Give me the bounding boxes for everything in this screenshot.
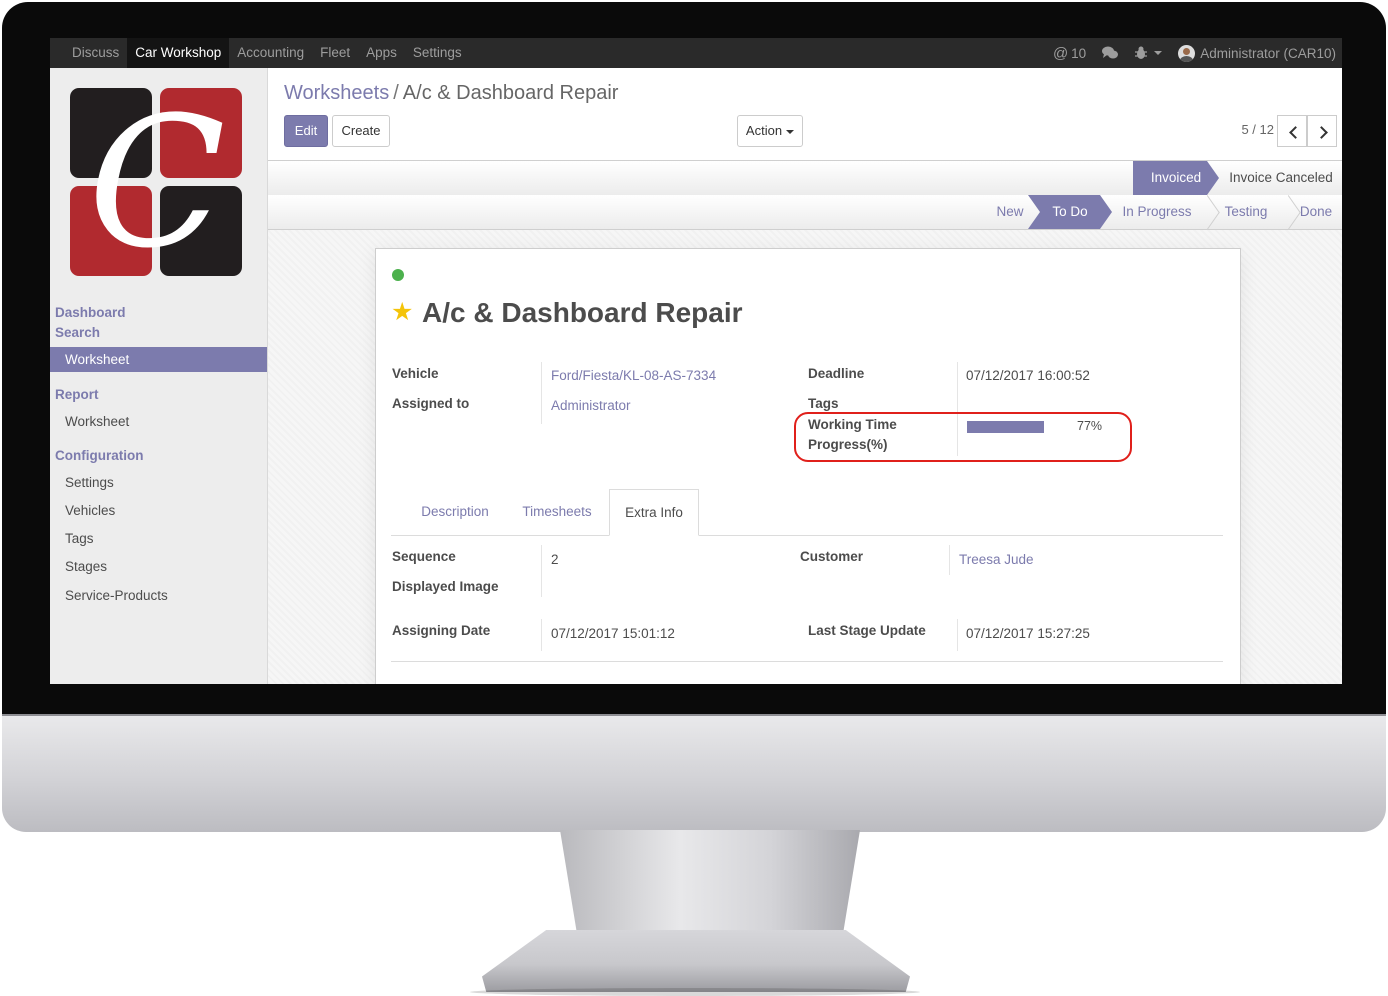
avatar [1178, 44, 1196, 62]
customer-label: Customer [800, 549, 864, 564]
assigning-date-value: 07/12/2017 15:01:12 [551, 626, 675, 641]
stage-invoice-canceled[interactable]: Invoice Canceled [1223, 161, 1339, 195]
top-navbar: Discuss Car Workshop Accounting Fleet Ap… [50, 38, 1342, 68]
sequence-value: 2 [551, 552, 559, 567]
stage-to-do[interactable]: To Do [1028, 195, 1112, 229]
chevron-right-icon [1315, 126, 1328, 139]
menu-apps[interactable]: Apps [358, 38, 405, 68]
menu-accounting[interactable]: Accounting [229, 38, 312, 68]
field-divider [949, 545, 950, 575]
chat-button[interactable] [1102, 46, 1119, 60]
sidebar-section-configuration[interactable]: Configuration [55, 448, 143, 463]
record-title: A/c & Dashboard Repair [422, 297, 743, 328]
mentions-button[interactable]: @ 10 [1053, 45, 1086, 62]
stage-testing[interactable]: Testing [1216, 195, 1276, 229]
menu-car-workshop[interactable]: Car Workshop [127, 38, 230, 68]
tab-timesheets[interactable]: Timesheets [509, 489, 605, 535]
stage-new[interactable]: New [986, 195, 1034, 229]
form-sheet: ★ A/c & Dashboard Repair Vehicle Ford/Fi… [375, 248, 1241, 684]
assigning-date-label: Assigning Date [392, 623, 491, 638]
edit-button[interactable]: Edit [284, 115, 328, 147]
highlight-annotation [794, 412, 1132, 462]
app-menu: Discuss Car Workshop Accounting Fleet Ap… [64, 38, 470, 68]
star-icon[interactable]: ★ [391, 297, 413, 327]
control-panel: Worksheets / A/c & Dashboard Repair Edit C… [268, 68, 1342, 161]
monitor-stand-neck [560, 830, 860, 940]
sidebar-section-dashboard[interactable]: Dashboard [55, 305, 126, 320]
monitor-chin [2, 714, 1386, 832]
customer-link[interactable]: Treesa Jude [959, 552, 1034, 567]
breadcrumb-worksheets[interactable]: Worksheets [284, 82, 389, 104]
notification-count: 10 [1071, 45, 1087, 61]
monitor-stand-base [482, 930, 910, 992]
tab-description[interactable]: Description [407, 489, 503, 535]
field-divider [541, 545, 542, 597]
sidebar-item-worksheet-search[interactable]: Worksheet [50, 347, 267, 372]
notebook-tabs: Description Timesheets Extra Info [391, 489, 1223, 536]
assigned-to-label: Assigned to [392, 396, 470, 411]
tags-label: Tags [808, 396, 839, 411]
sidebar-section-report[interactable]: Report [55, 387, 99, 402]
user-name: Administrator (CAR10) [1200, 45, 1336, 61]
sidebar: C Dashboard Search Worksheet Report Work… [50, 68, 268, 684]
menu-settings[interactable]: Settings [405, 38, 470, 68]
assigned-to-link[interactable]: Administrator [551, 398, 631, 413]
field-divider [541, 362, 542, 424]
at-icon: @ [1052, 44, 1069, 62]
create-button[interactable]: Create [332, 115, 390, 147]
last-stage-update-value: 07/12/2017 15:27:25 [966, 626, 1090, 641]
stage-invoiced[interactable]: Invoiced [1133, 161, 1219, 195]
user-menu[interactable]: Administrator (CAR10) [1178, 44, 1336, 62]
stand-shadow [470, 988, 920, 996]
menu-discuss[interactable]: Discuss [64, 38, 127, 68]
sidebar-item-stages[interactable]: Stages [50, 554, 267, 579]
screen: Discuss Car Workshop Accounting Fleet Ap… [50, 38, 1342, 684]
sidebar-item-tags[interactable]: Tags [50, 526, 267, 551]
field-divider [957, 619, 958, 651]
sidebar-item-settings[interactable]: Settings [50, 470, 267, 495]
stage-in-progress[interactable]: In Progress [1116, 195, 1198, 229]
tab-extra-info[interactable]: Extra Info [609, 489, 699, 536]
vehicle-label: Vehicle [392, 366, 439, 381]
chevron-down-icon [786, 129, 795, 134]
action-dropdown[interactable]: Action [737, 115, 803, 147]
section-divider [391, 661, 1223, 662]
pager-next-button[interactable] [1307, 115, 1337, 147]
last-stage-update-label: Last Stage Update [808, 623, 926, 638]
menu-fleet[interactable]: Fleet [312, 38, 358, 68]
systray: @ 10 Administrator (CAR10) [1037, 38, 1336, 68]
sequence-label: Sequence [392, 549, 456, 564]
sidebar-item-service-products[interactable]: Service-Products [50, 583, 267, 608]
stage-statusbar: New To Do In Progress Testing Done [268, 195, 1342, 230]
field-divider [541, 619, 542, 651]
breadcrumb-separator: / [393, 82, 399, 104]
action-label: Action [745, 123, 783, 138]
sidebar-item-vehicles[interactable]: Vehicles [50, 498, 267, 523]
kanban-state-indicator[interactable] [392, 269, 404, 281]
invoice-statusbar: Invoiced Invoice Canceled [268, 161, 1342, 196]
deadline-label: Deadline [808, 366, 865, 381]
vehicle-link[interactable]: Ford/Fiesta/KL-08-AS-7334 [551, 368, 716, 383]
debug-button[interactable] [1134, 46, 1163, 60]
sidebar-item-worksheet-report[interactable]: Worksheet [50, 409, 267, 434]
bug-icon [1135, 46, 1148, 59]
company-logo: C [70, 84, 244, 284]
displayed-image-label: Displayed Image [392, 579, 499, 594]
chevron-down-icon [1154, 51, 1163, 55]
deadline-value: 07/12/2017 16:00:52 [966, 368, 1090, 383]
sidebar-section-search[interactable]: Search [55, 325, 100, 340]
chevron-left-icon [1289, 126, 1302, 139]
stage-done[interactable]: Done [1296, 195, 1336, 229]
chat-icon [1102, 46, 1119, 59]
breadcrumb: Worksheets / A/c & Dashboard Repair [284, 82, 618, 105]
pager-value: 5 / 12 [1241, 122, 1274, 137]
pager-previous-button[interactable] [1277, 115, 1307, 147]
breadcrumb-current: A/c & Dashboard Repair [402, 82, 619, 104]
